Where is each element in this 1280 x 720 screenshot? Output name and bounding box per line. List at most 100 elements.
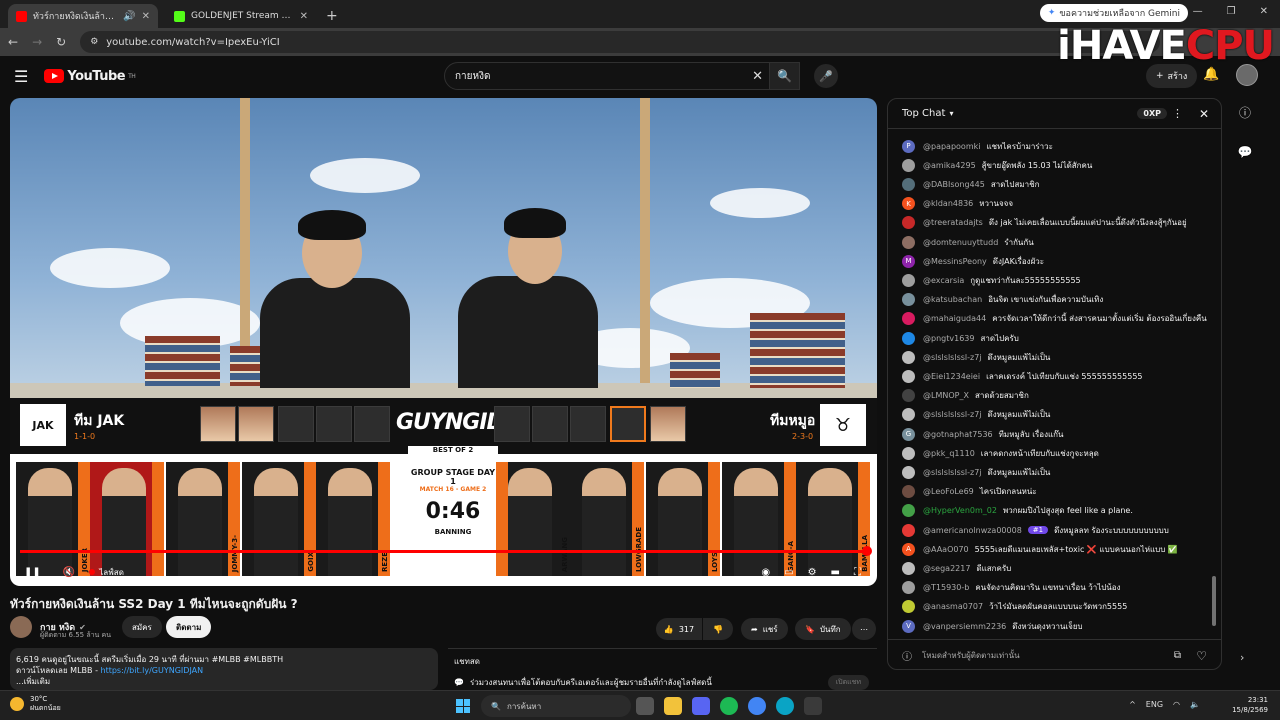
chat-message[interactable]: @HyperVen0m_02 พวกผมปิงไปสูงสุด feel like…: [902, 502, 1133, 520]
chat-avatar[interactable]: [902, 485, 915, 499]
chat-message[interactable]: @mahaiguda44 ควรจัดเวลาให้ดีกว่านี้ ส่งสา…: [902, 310, 1207, 328]
chat-avatar[interactable]: [902, 331, 915, 345]
chat-avatar[interactable]: [902, 177, 915, 191]
chat-avatar[interactable]: [902, 389, 915, 403]
chat-avatar[interactable]: K: [902, 197, 915, 211]
spotify-icon[interactable]: [720, 697, 738, 715]
chat-avatar[interactable]: [902, 408, 915, 422]
close-window-icon[interactable]: ✕: [1260, 6, 1268, 17]
chat-message[interactable]: @treeratadajts ดึง jak ไม่เคยเลื่อนแบบนี้…: [902, 214, 1187, 232]
chat-message[interactable]: @LMNOP_X สาดด้วยสมาชิก: [902, 387, 1029, 405]
chat-message[interactable]: @sega2217 ดีแสกครับ: [902, 559, 1011, 577]
chat-message[interactable]: K @kldan4836 หวานจจจ: [902, 195, 1013, 213]
chat-author[interactable]: @papapoomki: [923, 142, 980, 151]
chat-avatar[interactable]: [902, 273, 915, 287]
chat-author[interactable]: @slslslslssl-z7j: [923, 353, 982, 362]
chat-message[interactable]: M @MessinsPeony ดึงJAKเรื่องผัวะ: [902, 252, 1044, 270]
chat-author[interactable]: @AAaO070: [923, 545, 969, 554]
browser-tab-youtube[interactable]: ทัวร์กายหงิดเงินล้าน SS2 Day 1 🔊 ✕: [8, 4, 158, 28]
chat-message[interactable]: @americanolnwza00008 #1 ดึงหมูลลท รัองระบบ…: [902, 521, 1169, 539]
notifications-icon[interactable]: 🔔: [1203, 67, 1219, 82]
chat-author[interactable]: @mahaiguda44: [923, 314, 986, 323]
chat-message[interactable]: P @papapoomki แชทไครบ้ามาร่าวะ: [902, 137, 1053, 155]
fullscreen-icon[interactable]: ⛶: [854, 567, 861, 578]
chat-avatar[interactable]: [902, 369, 915, 383]
chat-message[interactable]: @slslslslssl-z7j ดึงหมูลมแพ้ไม่เป็น: [902, 348, 1050, 366]
chat-message[interactable]: A @AAaO070 5555เลยดีแมนเลยเพลัส+toxic ❌ แบ…: [902, 540, 1178, 558]
more-actions-button[interactable]: ⋯: [852, 618, 876, 640]
chat-avatar[interactable]: A: [902, 542, 915, 556]
info-side-icon[interactable]: ⓘ: [1239, 104, 1251, 121]
dislike-button[interactable]: 👎: [703, 618, 733, 640]
new-tab-button[interactable]: +: [326, 8, 338, 24]
speaker-icon[interactable]: 🔈: [1190, 700, 1200, 709]
chat-avatar[interactable]: [902, 216, 915, 230]
chat-avatar[interactable]: G: [902, 427, 915, 441]
chat-author[interactable]: @pngtv1639: [923, 334, 974, 343]
chat-avatar[interactable]: [902, 581, 915, 595]
minimize-icon[interactable]: —: [1193, 6, 1203, 17]
join-button[interactable]: สมัคร: [122, 616, 162, 638]
captions-icon[interactable]: ▭: [784, 567, 793, 578]
chat-message[interactable]: @Eiei1234eiei เลาคเดรงค์ ไปเทียบกับแช่ง 5…: [902, 367, 1143, 385]
chat-avatar[interactable]: [902, 350, 915, 364]
start-button-icon[interactable]: [456, 699, 470, 713]
chat-author[interactable]: @domtenuuyttudd: [923, 238, 998, 247]
clear-search-icon[interactable]: ✕: [752, 69, 763, 84]
chat-author[interactable]: @treeratadajts: [923, 218, 983, 227]
chat-message[interactable]: @LeoFoLe69 ไครเปิดกลนหน่ะ: [902, 483, 1037, 501]
chat-author[interactable]: @anasma0707: [923, 602, 983, 611]
channel-avatar[interactable]: [10, 616, 32, 638]
site-info-icon[interactable]: ⚙: [90, 37, 98, 47]
chat-author[interactable]: @pkk_q1110: [923, 449, 975, 458]
chat-author[interactable]: @katsubachan: [923, 295, 982, 304]
chat-author[interactable]: @slslslslssl-z7j: [923, 410, 982, 419]
info-icon[interactable]: ⓘ: [902, 648, 912, 663]
tab-close-icon[interactable]: ✕: [142, 11, 150, 22]
chat-author[interactable]: @T15930-b: [923, 583, 969, 592]
chat-author[interactable]: @DABIsong445: [923, 180, 985, 189]
task-view-icon[interactable]: [636, 697, 654, 715]
mute-icon[interactable]: 🔇: [63, 567, 75, 578]
chat-author[interactable]: @vanpersiemm2236: [923, 622, 1006, 631]
voice-search-icon[interactable]: 🎤: [814, 64, 838, 88]
create-button[interactable]: + สร้าง: [1146, 64, 1198, 88]
tray-chevron-icon[interactable]: ^: [1129, 700, 1136, 709]
seek-bar[interactable]: [20, 546, 872, 556]
description-more[interactable]: ...เพิ่มเติม: [16, 676, 432, 687]
back-icon[interactable]: ←: [8, 35, 18, 49]
chat-mode-dropdown[interactable]: Top Chat: [902, 108, 945, 119]
heart-icon[interactable]: ♡: [1196, 649, 1207, 663]
video-player[interactable]: JAK ทีม JAK 1-1-0 GUYNGID ทีมหมูอ 2-3-0 …: [10, 98, 877, 586]
chat-author[interactable]: @LeoFoLe69: [923, 487, 974, 496]
chat-author[interactable]: @HyperVen0m_02: [923, 506, 997, 515]
chat-avatar[interactable]: [902, 312, 915, 326]
xp-badge[interactable]: 0XP: [1137, 108, 1167, 119]
chat-avatar[interactable]: M: [902, 254, 915, 268]
chat-author[interactable]: @LMNOP_X: [923, 391, 969, 400]
app-icon[interactable]: [804, 697, 822, 715]
chat-author[interactable]: @kldan4836: [923, 199, 973, 208]
chat-author[interactable]: @MessinsPeony: [923, 257, 987, 266]
description-link[interactable]: https://bit.ly/GUYNGIDJAN: [101, 666, 204, 675]
open-chat-button[interactable]: เปิดแชท: [827, 675, 869, 690]
chrome-icon[interactable]: [748, 697, 766, 715]
like-button[interactable]: 👍 317: [656, 618, 702, 640]
chat-menu-icon[interactable]: ⋮: [1172, 107, 1183, 120]
chevron-down-icon[interactable]: ▾: [949, 109, 953, 118]
chat-message[interactable]: @DABIsong445 สาดไปสมาชิก: [902, 175, 1039, 193]
chat-scrollbar[interactable]: [1212, 129, 1216, 635]
chat-avatar[interactable]: P: [902, 139, 915, 153]
save-button[interactable]: 🔖 บันทึก: [795, 618, 851, 640]
subscribe-button[interactable]: ติดตาม: [166, 616, 212, 638]
chat-message[interactable]: @amika4295 สู้ขายอู๊ดพลัง 15.03 ไม่ได้สัก…: [902, 156, 1092, 174]
chat-author[interactable]: @excarsia: [923, 276, 964, 285]
youtube-logo[interactable]: YouTube TH: [44, 69, 136, 84]
chat-avatar[interactable]: [902, 465, 915, 479]
file-explorer-icon[interactable]: [664, 697, 682, 715]
chat-message[interactable]: @slslslslssl-z7j ดึงหมูลมแพ้ไม่เป็น: [902, 406, 1050, 424]
chat-message[interactable]: G @gotnaphat7536 ทีมหมูลับ เรื่องแก๊น: [902, 425, 1063, 443]
chat-avatar[interactable]: [902, 293, 915, 307]
tab-audio-icon[interactable]: 🔊: [123, 11, 135, 22]
chat-message[interactable]: @slslslslssl-z7j ดึงหมูลมแพ้ไม่เป็น: [902, 463, 1050, 481]
